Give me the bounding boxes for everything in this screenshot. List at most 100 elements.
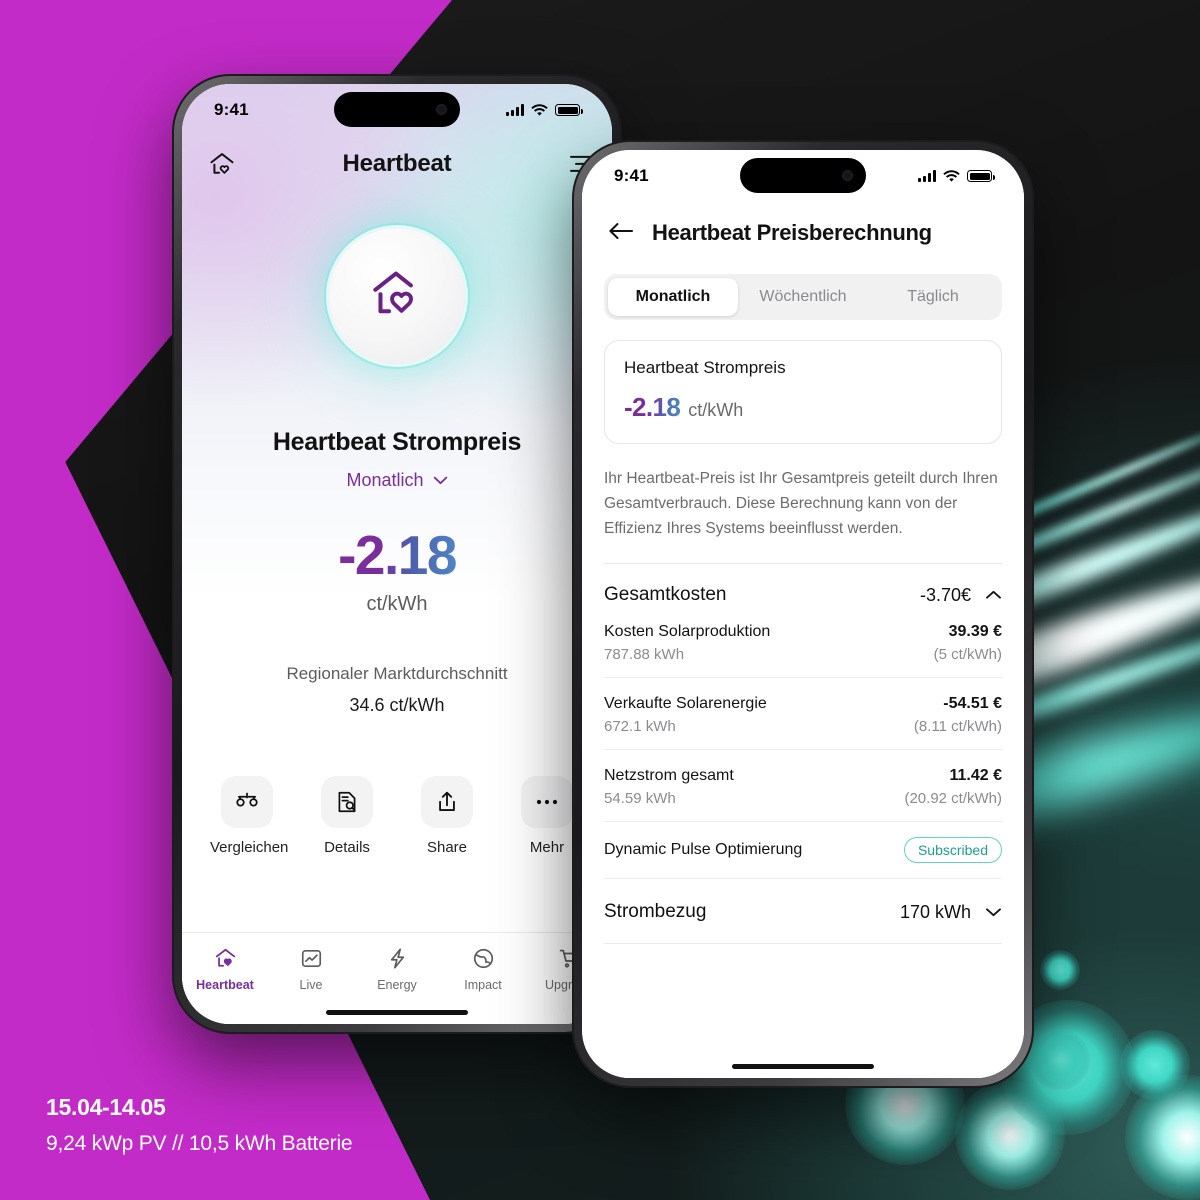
breakdown-amount: 39.39 €: [948, 623, 1002, 641]
phone2-screen: 9:41 Heartbeat Preisberechnung Monatlich…: [582, 150, 1024, 1078]
tab-heartbeat[interactable]: Heartbeat: [182, 945, 268, 992]
action-label: Details: [324, 839, 370, 856]
home-heart-icon: [215, 948, 235, 967]
subscription-row[interactable]: Dynamic Pulse Optimierung Subscribed: [604, 822, 1002, 880]
subscription-label: Dynamic Pulse Optimierung: [604, 841, 803, 859]
phone2-nav-bar: Heartbeat Preisberechnung: [582, 202, 1024, 258]
breakdown-label: Kosten Solarproduktion: [604, 623, 771, 641]
price-card-unit: ct/kWh: [688, 400, 744, 420]
front-camera-icon: [436, 104, 447, 115]
home-heart-logo-icon: [373, 271, 413, 314]
breakdown-amount: -54.51 €: [943, 695, 1002, 713]
phone1-hero: Heartbeat Strompreis Monatlich -2.18 ct/…: [182, 428, 612, 716]
chart-image-icon: [301, 949, 321, 967]
tab-impact[interactable]: Impact: [440, 945, 526, 992]
tab-label: Heartbeat: [196, 978, 254, 992]
caption-block: 15.04-14.05 9,24 kWp PV // 10,5 kWh Batt…: [46, 1094, 353, 1156]
price-card-title: Heartbeat Strompreis: [624, 358, 786, 377]
consumption-header[interactable]: Strombezug 170 kWh: [582, 901, 1024, 923]
wifi-icon: [531, 103, 548, 116]
segment-taeglich[interactable]: Täglich: [868, 278, 998, 316]
lightning-bolt-icon: [390, 948, 404, 968]
breakdown-amount: 11.42 €: [949, 767, 1003, 785]
document-search-icon: [338, 791, 356, 813]
chevron-down-icon: [433, 476, 447, 485]
tab-label: Live: [299, 978, 323, 992]
wifi-icon: [943, 169, 960, 182]
status-time: 9:41: [614, 166, 649, 185]
market-average-value: 34.6 ct/kWh: [349, 695, 445, 715]
battery-icon: [967, 170, 995, 182]
hero-price-value: -2.18: [338, 524, 457, 586]
share-upload-icon: [439, 791, 455, 811]
breakdown-row: Netzstrom gesamt 11.42 € 54.59 kWh (20.9…: [604, 750, 1003, 823]
hero-price-unit: ct/kWh: [366, 593, 428, 615]
home-indicator[interactable]: [732, 1064, 874, 1069]
breakdown-row: Kosten Solarproduktion 39.39 € 787.88 kW…: [604, 606, 1002, 679]
tab-label: Energy: [377, 978, 417, 992]
signal-bars-icon: [506, 104, 524, 116]
price-explanation-text: Ihr Heartbeat-Preis ist Ihr Gesamtpreis …: [604, 470, 998, 538]
segment-woechentlich[interactable]: Wöchentlich: [738, 278, 868, 316]
phone2-page-title: Heartbeat Preisberechnung: [652, 220, 932, 245]
home-indicator[interactable]: [326, 1010, 468, 1015]
bokeh-orb: [1030, 1030, 1090, 1090]
hero-logo-orb: [182, 228, 612, 364]
period-segmented-control: Monatlich Wöchentlich Täglich: [604, 274, 1002, 320]
status-time: 9:41: [214, 100, 249, 119]
phone-device-heartbeat-home: 9:41 Heartbeat Heartbeat Strompreis Mona…: [172, 74, 622, 1034]
phone1-screen: 9:41 Heartbeat Heartbeat Strompreis Mona…: [182, 84, 612, 1024]
quick-actions-row: Vergleichen Details Share Mehr: [182, 776, 612, 856]
back-arrow-icon: [609, 222, 633, 239]
phone-device-price-calculation: 9:41 Heartbeat Preisberechnung Monatlich…: [572, 140, 1034, 1088]
market-average-label: Regionaler Marktdurchschnitt: [286, 664, 508, 683]
price-card-value: -2.18: [624, 392, 681, 422]
breakdown-rate: (8.11 ct/kWh): [913, 718, 1002, 736]
tab-label: Impact: [464, 978, 502, 992]
segment-monatlich[interactable]: Monatlich: [608, 278, 738, 316]
phone1-status-bar: 9:41: [182, 84, 612, 136]
chevron-down-icon[interactable]: [985, 907, 1002, 917]
front-camera-icon: [842, 170, 853, 181]
consumption-title: Strombezug: [604, 901, 707, 923]
bokeh-orb: [1120, 1030, 1190, 1100]
breakdown-rate: (20.92 ct/kWh): [904, 790, 1002, 808]
action-details[interactable]: Details: [310, 776, 384, 856]
breakdown-label: Netzstrom gesamt: [604, 767, 734, 785]
total-costs-header[interactable]: Gesamtkosten -3.70€: [582, 564, 1024, 606]
phone1-page-title: Heartbeat: [342, 150, 452, 177]
action-label: Share: [426, 839, 468, 856]
caption-system-spec: 9,24 kWp PV // 10,5 kWh Batterie: [46, 1132, 353, 1155]
scales-compare-icon: [236, 792, 258, 807]
dynamic-island: [334, 92, 460, 127]
breakdown-rate: (5 ct/kWh): [933, 646, 1002, 664]
period-label: Monatlich: [346, 470, 424, 490]
breakdown-kwh: 787.88 kWh: [604, 646, 685, 664]
chevron-up-icon[interactable]: [985, 590, 1002, 600]
consumption-value: 170 kWh: [899, 901, 971, 922]
breakdown-row: Verkaufte Solarenergie -54.51 € 672.1 kW…: [604, 678, 1002, 751]
battery-icon: [555, 104, 583, 116]
phone2-status-bar: 9:41: [582, 150, 1024, 202]
cost-breakdown-list: Kosten Solarproduktion 39.39 € 787.88 kW…: [582, 606, 1024, 880]
breakdown-kwh: 54.59 kWh: [604, 790, 676, 808]
action-share[interactable]: Share: [410, 776, 484, 856]
tab-energy[interactable]: Energy: [354, 945, 440, 992]
hero-title: Heartbeat Strompreis: [272, 428, 522, 456]
action-vergleichen[interactable]: Vergleichen: [210, 776, 289, 856]
tab-live[interactable]: Live: [268, 945, 354, 992]
phone1-topbar: Heartbeat: [182, 136, 612, 192]
breakdown-label: Verkaufte Solarenergie: [604, 695, 767, 713]
caption-date-range: 15.04-14.05: [46, 1094, 166, 1120]
signal-bars-icon: [918, 170, 936, 182]
action-label: Vergleichen: [210, 839, 289, 856]
more-dots-icon: [536, 799, 558, 805]
phone1-tab-bar: Heartbeat Live Energy Impact Upgrade: [182, 932, 612, 1024]
breakdown-kwh: 672.1 kWh: [604, 718, 676, 736]
heartbeat-price-card: Heartbeat Strompreis -2.18 ct/kWh: [604, 340, 1002, 444]
status-badge: Subscribed: [903, 837, 1002, 864]
period-selector[interactable]: Monatlich: [346, 470, 447, 491]
section-divider: [604, 943, 1002, 945]
back-button[interactable]: [608, 221, 638, 246]
total-costs-value: -3.70€: [919, 584, 971, 605]
